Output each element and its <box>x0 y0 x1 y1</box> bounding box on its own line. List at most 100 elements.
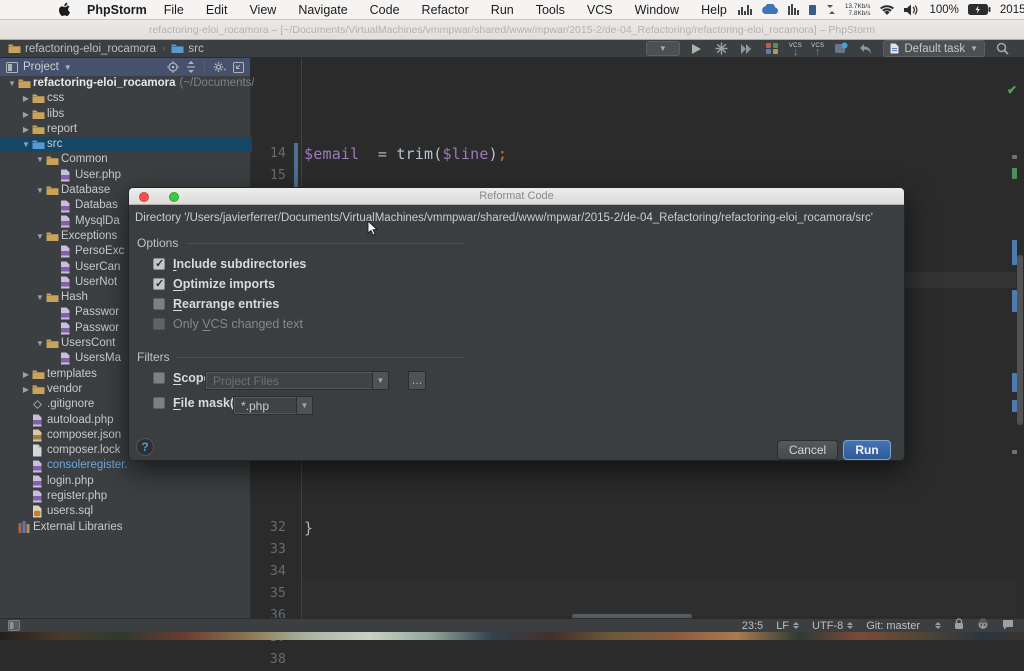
istat-cpu-icon[interactable] <box>738 4 752 15</box>
search-icon[interactable] <box>994 41 1010 57</box>
code-line-33[interactable]: 33 <box>254 539 1014 561</box>
tree-item-users.sql[interactable]: users.sql <box>0 504 252 519</box>
line-number[interactable]: 34 <box>254 561 294 583</box>
menu-run[interactable]: Run <box>480 3 525 17</box>
network-speeds[interactable]: 13.7Kb/s7.8Kb/s <box>845 3 871 17</box>
code-line-34[interactable]: 34 <box>254 561 1014 583</box>
window-title-bar[interactable]: refactoring-eloi_rocamora – [~/Documents… <box>0 20 1024 40</box>
file-mask-checkbox[interactable] <box>153 397 165 409</box>
tree-item-login.php[interactable]: login.php <box>0 474 252 489</box>
hector-inspections-icon[interactable] <box>977 618 989 633</box>
tree-toggle-icon[interactable]: ▶ <box>20 367 32 382</box>
menu-refactor[interactable]: Refactor <box>411 3 480 17</box>
lock-icon[interactable] <box>954 618 964 633</box>
tree-item-css[interactable]: ▶css <box>0 91 252 106</box>
vcs-history-icon[interactable] <box>833 41 849 57</box>
code-line-38[interactable]: 38 <box>254 649 1014 671</box>
menu-view[interactable]: View <box>238 3 287 17</box>
line-number[interactable]: 15 <box>254 165 294 187</box>
tree-item-refactoring-eloi_rocamora[interactable]: ▼refactoring-eloi_rocamora(~/Documents/V… <box>0 76 252 91</box>
menu-help[interactable]: Help <box>690 3 738 17</box>
code-line-15[interactable]: 15 <box>254 165 1014 187</box>
istat-disk-icon[interactable] <box>809 4 817 16</box>
menu-vcs[interactable]: VCS <box>576 3 624 17</box>
breadcrumb-item-refactoring-eloi_rocamora[interactable]: refactoring-eloi_rocamora <box>8 43 156 55</box>
checkbox-rearrange-entries[interactable] <box>153 298 165 310</box>
code-line-35[interactable]: 35 <box>254 583 1014 605</box>
close-window-icon[interactable] <box>139 192 149 202</box>
line-number[interactable]: 35 <box>254 583 294 605</box>
tree-toggle-icon[interactable]: ▼ <box>34 336 46 351</box>
tree-toggle-icon[interactable]: ▼ <box>6 76 18 91</box>
encoding-widget[interactable]: UTF-8 <box>812 620 853 632</box>
tree-toggle-icon[interactable]: ▼ <box>20 137 32 152</box>
dialog-title-bar[interactable]: Reformat Code <box>129 188 904 205</box>
debug-icon[interactable] <box>714 41 730 57</box>
tree-item-ExternalLibraries[interactable]: External Libraries <box>0 520 252 535</box>
menu-code[interactable]: Code <box>359 3 411 17</box>
file-mask-combo[interactable]: *.php ▼ <box>233 396 313 415</box>
wifi-icon[interactable] <box>879 4 895 16</box>
tree-toggle-icon[interactable]: ▼ <box>34 152 46 167</box>
volume-icon[interactable] <box>904 4 920 16</box>
help-button[interactable]: ? <box>136 438 154 456</box>
tree-toggle-icon[interactable]: ▶ <box>20 122 32 137</box>
scope-checkbox[interactable] <box>153 372 165 384</box>
git-branch-widget[interactable]: Git: master <box>866 620 920 632</box>
menu-file[interactable]: File <box>153 3 195 17</box>
tree-toggle-icon[interactable]: ▶ <box>20 382 32 397</box>
coverage-icon[interactable] <box>739 41 755 57</box>
checkbox-include-subdirectories[interactable] <box>153 258 165 270</box>
toolwindow-switcher-icon[interactable] <box>0 620 20 631</box>
locate-icon[interactable] <box>167 61 179 73</box>
scope-combo[interactable]: Project Files ▼ <box>205 371 389 390</box>
vertical-scrollbar[interactable] <box>1017 255 1023 425</box>
caret-position-widget[interactable]: 23:5 <box>742 620 763 632</box>
hide-panel-icon[interactable] <box>233 62 244 73</box>
menubar-datetime[interactable]: 2015 / 8 / 16 · 11:01 <box>1000 4 1024 16</box>
branch-selector-icon[interactable] <box>933 622 941 629</box>
zoom-window-icon[interactable] <box>169 192 179 202</box>
tree-item-User.php[interactable]: User.php <box>0 168 252 183</box>
tree-item-report[interactable]: ▶report <box>0 122 252 137</box>
battery-percent[interactable]: 100% <box>929 4 958 16</box>
cancel-button[interactable]: Cancel <box>777 440 838 460</box>
rollback-icon[interactable] <box>858 41 874 57</box>
tree-item-libs[interactable]: ▶libs <box>0 107 252 122</box>
battery-icon[interactable] <box>968 4 991 15</box>
tree-toggle-icon[interactable]: ▼ <box>34 290 46 305</box>
app-name[interactable]: PhpStorm <box>87 3 147 17</box>
gear-icon[interactable] <box>213 61 226 73</box>
istat-net-icon[interactable] <box>826 4 836 15</box>
apple-menu-icon[interactable] <box>58 2 71 17</box>
line-number[interactable]: 33 <box>254 539 294 561</box>
tree-item-register.php[interactable]: register.php <box>0 489 252 504</box>
menu-edit[interactable]: Edit <box>195 3 239 17</box>
project-panel-dropdown-icon[interactable]: ▼ <box>64 63 72 72</box>
scope-browse-button[interactable]: … <box>408 371 426 390</box>
inspections-ok-icon[interactable]: ✔ <box>1007 84 1021 96</box>
tree-toggle-icon[interactable]: ▼ <box>34 183 46 198</box>
profiler-icon[interactable] <box>764 41 780 57</box>
run-icon[interactable] <box>689 41 705 57</box>
line-separator-widget[interactable]: LF <box>776 620 799 632</box>
line-number[interactable]: 38 <box>254 649 294 671</box>
project-panel-header[interactable]: Project ▼ | <box>0 58 250 76</box>
menu-tools[interactable]: Tools <box>525 3 576 17</box>
breadcrumb-item-src[interactable]: src <box>171 43 203 55</box>
scope-combo-arrow-icon[interactable]: ▼ <box>372 372 388 389</box>
collapse-all-icon[interactable] <box>186 61 196 73</box>
menu-navigate[interactable]: Navigate <box>287 3 358 17</box>
istat-mem-icon[interactable] <box>788 4 800 15</box>
run-button[interactable]: Run <box>843 440 891 460</box>
menu-window[interactable]: Window <box>624 3 690 17</box>
code-line-32[interactable]: 32} <box>254 517 1014 539</box>
tree-item-src[interactable]: ▼src <box>0 137 252 152</box>
tree-toggle-icon[interactable]: ▶ <box>20 107 32 122</box>
event-log-icon[interactable] <box>1002 619 1014 633</box>
vcs-commit-icon[interactable]: VCS↑ <box>811 43 824 55</box>
tree-item-Common[interactable]: ▼Common <box>0 152 252 167</box>
istat-cloud-icon[interactable] <box>761 4 779 15</box>
run-configuration-combo[interactable]: ▼ <box>646 41 680 56</box>
checkbox-optimize-imports[interactable] <box>153 278 165 290</box>
